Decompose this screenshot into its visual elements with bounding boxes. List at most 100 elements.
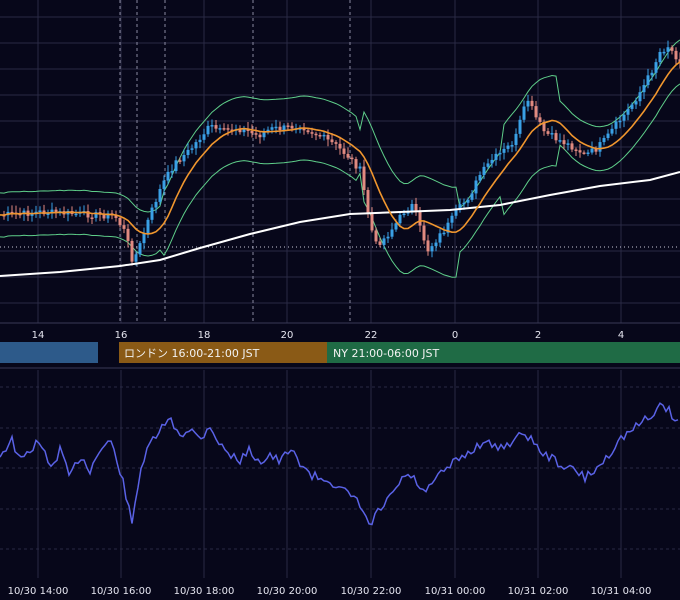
candle-body bbox=[190, 148, 194, 150]
candle-body bbox=[430, 246, 434, 252]
candle-body bbox=[510, 145, 514, 147]
candle-body bbox=[630, 104, 634, 109]
candle-body bbox=[126, 228, 130, 241]
candle-body bbox=[122, 225, 126, 229]
candle-body bbox=[162, 180, 166, 189]
candle-body bbox=[602, 137, 606, 143]
candle-body bbox=[206, 125, 210, 135]
candle-body bbox=[462, 202, 466, 205]
candle-body bbox=[550, 133, 554, 135]
candle-body bbox=[158, 188, 162, 202]
price-x-tick: 18 bbox=[198, 330, 211, 341]
candle-body bbox=[494, 153, 498, 160]
candle-body bbox=[654, 62, 658, 73]
candle-body bbox=[254, 133, 258, 135]
candle-body bbox=[546, 131, 550, 134]
candle-body bbox=[578, 150, 582, 153]
candle-body bbox=[394, 223, 398, 230]
candle-body bbox=[438, 233, 442, 243]
price-x-tick: 4 bbox=[618, 330, 624, 341]
candle-body bbox=[286, 125, 290, 127]
candle-body bbox=[318, 134, 322, 137]
candle-body bbox=[306, 130, 310, 133]
candle-body bbox=[422, 225, 426, 241]
time-x-tick: 10/30 16:00 bbox=[91, 586, 152, 597]
candle-body bbox=[674, 50, 678, 60]
candle-body bbox=[614, 121, 618, 129]
candle-body bbox=[278, 126, 282, 131]
candle-body bbox=[642, 85, 646, 93]
price-x-tick: 14 bbox=[32, 330, 45, 341]
candle-body bbox=[534, 106, 538, 118]
candle-body bbox=[474, 180, 478, 194]
candle-body bbox=[526, 100, 530, 107]
candle-body bbox=[502, 148, 506, 153]
candle-body bbox=[598, 142, 602, 152]
candle-body bbox=[334, 142, 338, 144]
candle-body bbox=[366, 190, 370, 213]
candle-body bbox=[226, 128, 230, 130]
candle-body bbox=[506, 145, 510, 149]
candle-body bbox=[338, 143, 342, 149]
candle-body bbox=[522, 106, 526, 120]
candle-body bbox=[486, 163, 490, 167]
time-x-tick: 10/31 04:00 bbox=[591, 586, 652, 597]
candle-body bbox=[38, 210, 42, 212]
candle-body bbox=[618, 120, 622, 123]
candle-body bbox=[102, 214, 106, 219]
candle-body bbox=[478, 174, 482, 181]
candle-body bbox=[154, 201, 158, 208]
candle-body bbox=[350, 157, 354, 160]
candle-body bbox=[198, 139, 202, 143]
candle-body bbox=[182, 154, 186, 162]
candle-body bbox=[214, 125, 218, 129]
candle-body bbox=[330, 139, 334, 143]
candle-body bbox=[386, 236, 390, 239]
candle-body bbox=[282, 125, 286, 131]
candle-body bbox=[346, 153, 350, 158]
candle-body bbox=[390, 229, 394, 237]
candle-body bbox=[498, 152, 502, 155]
candle-body bbox=[194, 142, 198, 149]
candle-body bbox=[270, 127, 274, 130]
candle-body bbox=[186, 149, 190, 155]
candle-body bbox=[650, 72, 654, 76]
session-london-label: ロンドン 16:00-21:00 JST bbox=[124, 347, 260, 360]
candle-body bbox=[586, 152, 590, 155]
candle-body bbox=[170, 171, 174, 173]
candle-body bbox=[314, 133, 318, 136]
candle-body bbox=[554, 133, 558, 141]
candle-body bbox=[466, 199, 470, 203]
candle-body bbox=[410, 203, 414, 211]
candle-body bbox=[250, 130, 254, 134]
candle-body bbox=[666, 47, 670, 52]
time-x-tick: 10/30 20:00 bbox=[257, 586, 318, 597]
candle-body bbox=[274, 126, 278, 129]
candle-body bbox=[658, 51, 662, 63]
candle-body bbox=[174, 160, 178, 172]
candle-body bbox=[90, 217, 94, 219]
time-x-tick: 10/30 22:00 bbox=[341, 586, 402, 597]
price-x-tick: 2 bbox=[535, 330, 541, 341]
trading-chart[interactable]: 14 16 18 20 22 0 2 4 ロンドン 16:00-21:00 JST NY 21… bbox=[0, 0, 680, 600]
time-x-tick: 10/30 18:00 bbox=[174, 586, 235, 597]
candle-body bbox=[570, 143, 574, 150]
candle-body bbox=[310, 132, 314, 134]
candle-body bbox=[470, 193, 474, 200]
candle-body bbox=[130, 240, 134, 262]
candle-body bbox=[590, 148, 594, 153]
candle-body bbox=[138, 243, 142, 255]
candle-body bbox=[150, 207, 154, 220]
candle-body bbox=[646, 75, 650, 86]
price-x-tick: 16 bbox=[115, 330, 128, 341]
candle-body bbox=[454, 210, 458, 216]
candle-body bbox=[362, 166, 366, 191]
candle-body bbox=[218, 128, 222, 130]
candle-body bbox=[166, 171, 170, 181]
candle-body bbox=[490, 159, 494, 164]
candle-body bbox=[258, 134, 262, 138]
candle-body bbox=[662, 51, 666, 54]
candle-body bbox=[118, 217, 122, 226]
candle-body bbox=[262, 132, 266, 138]
candle-body bbox=[398, 214, 402, 224]
